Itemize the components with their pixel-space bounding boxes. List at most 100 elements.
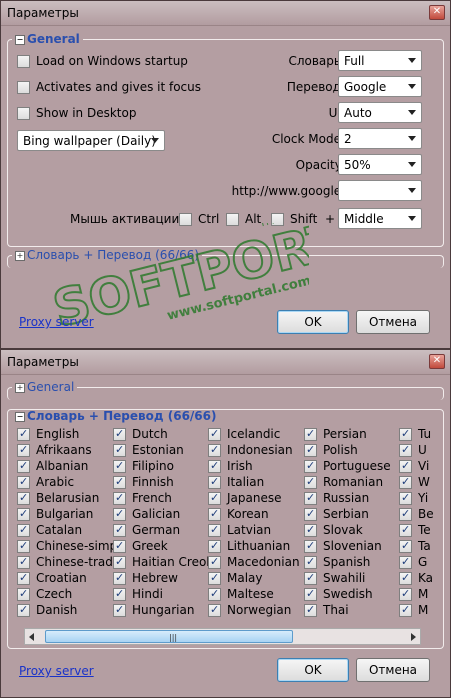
language-checkbox[interactable] <box>17 443 30 457</box>
language-checkbox[interactable] <box>208 491 221 505</box>
language-checkbox[interactable] <box>208 603 221 617</box>
general-group-header[interactable]: + General <box>12 380 78 394</box>
language-checkbox[interactable] <box>113 587 126 601</box>
proxy-server-link[interactable]: Proxy server <box>19 664 94 678</box>
collapse-icon[interactable]: − <box>15 412 25 422</box>
language-checkbox[interactable] <box>113 571 126 585</box>
language-checkbox[interactable] <box>113 475 126 489</box>
language-checkbox[interactable] <box>304 539 317 553</box>
language-checkbox[interactable] <box>113 459 126 473</box>
language-checkbox[interactable] <box>208 555 221 569</box>
language-checkbox[interactable] <box>208 475 221 489</box>
language-checkbox[interactable] <box>399 523 412 537</box>
language-checkbox[interactable] <box>399 555 412 569</box>
language-checkbox[interactable] <box>304 459 317 473</box>
language-checkbox[interactable] <box>113 427 126 441</box>
ok-button[interactable]: OK <box>277 310 349 334</box>
language-checkbox[interactable] <box>208 507 221 521</box>
language-checkbox[interactable] <box>17 523 30 537</box>
search-url-select[interactable] <box>338 180 422 201</box>
clock-mode-select[interactable]: 2 <box>338 128 422 149</box>
opacity-select[interactable]: 50% <box>338 154 422 175</box>
language-checkbox[interactable] <box>208 539 221 553</box>
language-checkbox[interactable] <box>208 523 221 537</box>
language-checkbox[interactable] <box>17 587 30 601</box>
language-checkbox[interactable] <box>399 491 412 505</box>
chevron-down-icon <box>408 162 416 167</box>
language-checkbox[interactable] <box>399 571 412 585</box>
expand-icon[interactable]: + <box>15 383 25 393</box>
language-checkbox[interactable] <box>208 587 221 601</box>
collapse-icon[interactable]: − <box>15 35 25 45</box>
language-checkbox[interactable] <box>113 555 126 569</box>
language-checkbox[interactable] <box>113 491 126 505</box>
expand-icon[interactable]: + <box>15 251 25 261</box>
language-checkbox[interactable] <box>304 571 317 585</box>
close-icon[interactable]: ✕ <box>429 354 445 369</box>
language-checkbox[interactable] <box>113 443 126 457</box>
language-label: Hebrew <box>132 571 178 585</box>
language-checkbox[interactable] <box>304 603 317 617</box>
show-desktop-checkbox[interactable] <box>17 107 30 120</box>
window-title: Параметры <box>7 355 79 369</box>
language-checkbox[interactable] <box>17 603 30 617</box>
alt-checkbox[interactable] <box>226 213 239 226</box>
general-group-header[interactable]: − General <box>12 32 83 46</box>
language-checkbox[interactable] <box>208 459 221 473</box>
scroll-right-icon[interactable] <box>411 633 416 641</box>
ctrl-checkbox[interactable] <box>179 213 192 226</box>
general-group-collapsed: + General <box>7 380 444 400</box>
cancel-button[interactable]: Отмена <box>356 310 430 334</box>
language-checkbox[interactable] <box>399 587 412 601</box>
language-checkbox[interactable] <box>304 491 317 505</box>
language-checkbox[interactable] <box>208 427 221 441</box>
language-checkbox[interactable] <box>399 475 412 489</box>
mouse-button-select[interactable]: Middle <box>338 208 422 229</box>
scrollbar-thumb[interactable]: ||| <box>45 630 293 643</box>
ui-select[interactable]: Auto <box>338 102 422 123</box>
language-checkbox[interactable] <box>113 507 126 521</box>
language-checkbox[interactable] <box>17 555 30 569</box>
language-checkbox[interactable] <box>17 427 30 441</box>
language-checkbox[interactable] <box>399 507 412 521</box>
language-checkbox[interactable] <box>304 555 317 569</box>
language-checkbox[interactable] <box>399 427 412 441</box>
load-on-startup-checkbox[interactable] <box>17 55 30 68</box>
scroll-left-icon[interactable] <box>29 633 34 641</box>
language-checkbox[interactable] <box>208 443 221 457</box>
translation-select[interactable]: Google <box>338 76 422 97</box>
language-checkbox[interactable] <box>113 523 126 537</box>
language-checkbox[interactable] <box>304 523 317 537</box>
language-checkbox[interactable] <box>399 539 412 553</box>
language-checkbox[interactable] <box>17 571 30 585</box>
language-checkbox[interactable] <box>304 443 317 457</box>
cancel-button[interactable]: Отмена <box>356 658 430 682</box>
close-icon[interactable]: ✕ <box>429 5 445 20</box>
language-checkbox[interactable] <box>304 427 317 441</box>
language-checkbox[interactable] <box>17 507 30 521</box>
dictionary-group-header[interactable]: + Словарь + Перевод (66/66) <box>12 248 203 262</box>
ok-button[interactable]: OK <box>277 658 349 682</box>
title-bar[interactable]: Параметры ✕ <box>1 1 450 26</box>
language-checkbox[interactable] <box>399 459 412 473</box>
wallpaper-select[interactable]: Bing wallpaper (Daily) <box>17 130 165 151</box>
language-checkbox[interactable] <box>17 491 30 505</box>
language-checkbox[interactable] <box>304 507 317 521</box>
language-checkbox[interactable] <box>17 459 30 473</box>
language-checkbox[interactable] <box>17 475 30 489</box>
activates-focus-checkbox[interactable] <box>17 81 30 94</box>
language-checkbox[interactable] <box>113 539 126 553</box>
title-bar[interactable]: Параметры ✕ <box>1 350 450 375</box>
language-checkbox[interactable] <box>399 603 412 617</box>
language-checkbox[interactable] <box>304 587 317 601</box>
language-checkbox[interactable] <box>113 603 126 617</box>
language-checkbox[interactable] <box>208 571 221 585</box>
proxy-server-link[interactable]: Proxy server <box>19 315 94 329</box>
language-checkbox[interactable] <box>399 443 412 457</box>
language-checkbox[interactable] <box>304 475 317 489</box>
dictionary-select[interactable]: Full <box>338 50 422 71</box>
horizontal-scrollbar[interactable]: ||| <box>24 628 421 645</box>
shift-checkbox[interactable] <box>271 213 284 226</box>
dictionary-group-header[interactable]: − Словарь + Перевод (66/66) <box>12 410 220 423</box>
language-checkbox[interactable] <box>17 539 30 553</box>
